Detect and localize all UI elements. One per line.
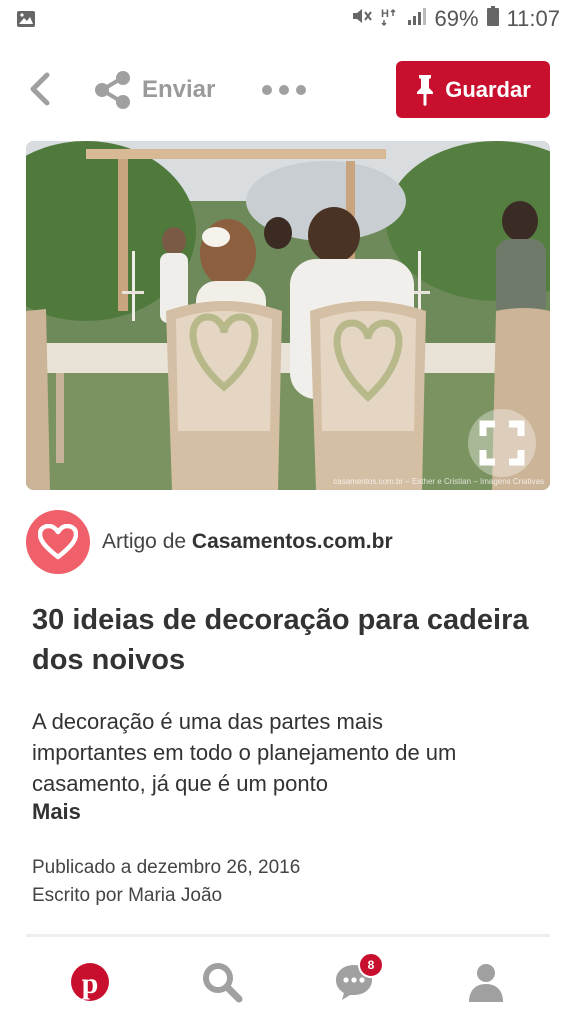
published-date: Publicado a dezembro 26, 2016 xyxy=(32,857,301,878)
save-button[interactable]: Guardar xyxy=(396,61,550,118)
clock: 11:07 xyxy=(506,6,560,31)
svg-text:H: H xyxy=(381,8,389,20)
nav-home[interactable]: p xyxy=(68,960,112,1004)
more-link[interactable]: Mais xyxy=(32,799,81,825)
back-button[interactable] xyxy=(22,72,56,106)
pinterest-logo-icon: p xyxy=(71,963,109,1001)
author: Escrito por Maria João xyxy=(32,885,223,906)
nav-messages[interactable]: 8 xyxy=(332,952,384,1004)
signal-bars-icon xyxy=(407,6,427,32)
search-icon xyxy=(203,963,243,1003)
pin-icon xyxy=(417,74,434,106)
save-label: Guardar xyxy=(445,76,531,102)
pin-meta: Publicado a dezembro 26, 2016 Escrito po… xyxy=(32,854,300,910)
image-notification-icon xyxy=(16,10,36,33)
battery-icon xyxy=(486,6,499,32)
more-options-button[interactable] xyxy=(262,80,306,100)
nav-profile[interactable] xyxy=(464,960,508,1004)
share-button[interactable]: Enviar xyxy=(94,70,215,110)
source-attribution: Artigo de Casamentos.com.br xyxy=(102,530,393,554)
source-prefix: Artigo de xyxy=(102,530,187,553)
nav-search[interactable] xyxy=(200,960,244,1004)
bottom-navigation: p 8 xyxy=(0,946,576,1024)
messages-badge: 8 xyxy=(358,952,384,978)
zoom-button[interactable] xyxy=(468,409,536,477)
pin-title: 30 ideias de decoração para cadeira dos … xyxy=(32,604,529,676)
svg-text:p: p xyxy=(82,967,99,1000)
status-bar: H 69% 11:07 xyxy=(0,0,576,40)
pin-source[interactable]: Artigo de Casamentos.com.br xyxy=(26,510,393,574)
battery-percent: 69% xyxy=(434,6,479,31)
source-name[interactable]: Casamentos.com.br xyxy=(192,530,393,553)
zoom-crop-icon xyxy=(479,420,525,466)
share-label: Enviar xyxy=(142,76,216,103)
mute-icon xyxy=(351,6,373,32)
pin-image[interactable]: casamentos.com.br – Esther e Cristian – … xyxy=(26,141,550,490)
profile-icon xyxy=(469,964,503,1002)
pin-action-bar: Enviar Guardar xyxy=(0,58,576,122)
share-icon xyxy=(95,71,130,109)
source-avatar[interactable] xyxy=(26,510,90,574)
pin-description: A decoração é uma das partes mais import… xyxy=(32,709,457,796)
image-watermark: casamentos.com.br – Esther e Cristian – … xyxy=(333,477,544,486)
divider xyxy=(26,934,550,937)
back-chevron-icon xyxy=(30,72,50,106)
heart-logo-icon xyxy=(38,524,78,560)
signal-h-icon: H xyxy=(381,6,399,32)
more-dots-icon xyxy=(262,85,272,95)
